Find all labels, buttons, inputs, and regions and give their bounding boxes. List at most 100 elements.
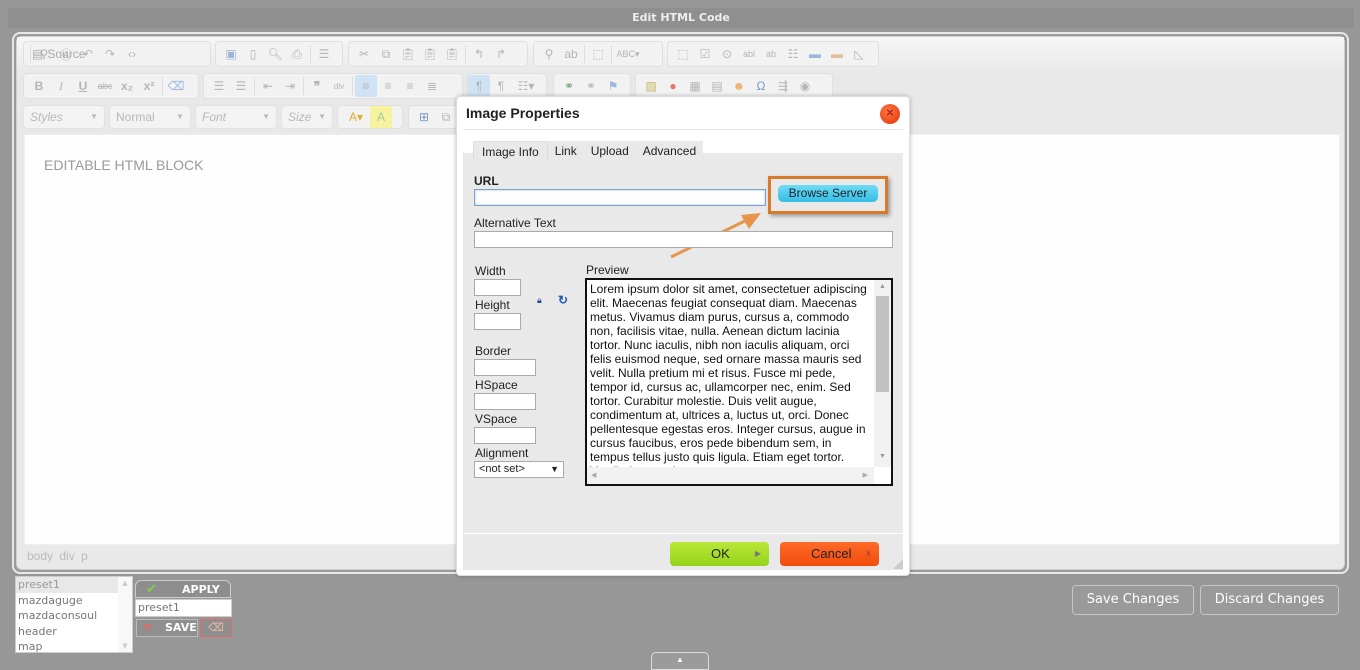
- size-dropdown[interactable]: Size ▼: [281, 105, 333, 129]
- spellcheck-icon[interactable]: ABC▾: [614, 43, 642, 65]
- hidden-field-icon[interactable]: ◺: [848, 43, 870, 65]
- align-left-icon[interactable]: ≡: [355, 75, 377, 97]
- anchor-flag-icon[interactable]: ⚑: [602, 75, 624, 97]
- unlink-icon[interactable]: ⚭: [580, 75, 602, 97]
- flash-icon[interactable]: ●: [662, 75, 684, 97]
- preset-listbox[interactable]: preset1 mazdaguge mazdaconsoul header ma…: [15, 576, 133, 653]
- path-item-body[interactable]: body: [27, 549, 53, 563]
- save-icon[interactable]: ▣: [220, 43, 242, 65]
- path-item-div[interactable]: div: [59, 549, 74, 563]
- horizontal-rule-icon[interactable]: ▤: [706, 75, 728, 97]
- maximize-icon[interactable]: ⊞: [413, 106, 435, 128]
- preset-name-input[interactable]: preset1: [135, 599, 232, 617]
- cancel-button[interactable]: Cancel x: [780, 542, 879, 566]
- redo-icon[interactable]: ↷: [99, 43, 121, 65]
- ok-button[interactable]: OK ▶: [670, 542, 769, 566]
- iframe-icon[interactable]: ◉: [794, 75, 816, 97]
- superscript-button[interactable]: x²: [138, 75, 160, 97]
- smiley-icon[interactable]: ☻: [728, 75, 750, 97]
- page-break-icon[interactable]: ⇶: [772, 75, 794, 97]
- preset-item[interactable]: header: [16, 624, 132, 640]
- close-icon[interactable]: ✕: [880, 104, 900, 124]
- text-color-icon[interactable]: A▾: [342, 106, 370, 128]
- border-input[interactable]: [474, 359, 536, 376]
- redo-arrow-icon[interactable]: ↱: [490, 43, 512, 65]
- select-all-icon[interactable]: ⬚: [587, 43, 609, 65]
- copy-icon[interactable]: ⧉: [375, 43, 397, 65]
- listbox-scrollbar[interactable]: ▲ ▼: [118, 577, 132, 652]
- indent-icon[interactable]: ⇥: [279, 75, 301, 97]
- browse-server-button[interactable]: Browse Server: [778, 185, 878, 202]
- background-color-icon[interactable]: A: [370, 106, 392, 128]
- editable-html-block[interactable]: EDITABLE HTML BLOCK: [44, 157, 203, 173]
- templates-icon[interactable]: ☰: [313, 43, 335, 65]
- align-justify-icon[interactable]: ≣: [421, 75, 443, 97]
- preview-vertical-scrollbar[interactable]: ▲ ▼: [874, 280, 891, 467]
- resize-handle-icon[interactable]: [893, 559, 903, 569]
- cut-icon[interactable]: ✂: [353, 43, 375, 65]
- image-button-icon[interactable]: ▬: [826, 43, 848, 65]
- tab-link[interactable]: Link: [547, 141, 584, 161]
- show-blocks-icon[interactable]: ⧉: [435, 106, 457, 128]
- width-input[interactable]: [474, 279, 521, 296]
- textarea-icon[interactable]: ab: [760, 43, 782, 65]
- align-center-icon[interactable]: ≡: [377, 75, 399, 97]
- remove-format-icon[interactable]: ⌫: [165, 75, 187, 97]
- preset-item[interactable]: mazdaguge: [16, 593, 132, 609]
- new-page-icon[interactable]: ▯: [242, 43, 264, 65]
- language-icon[interactable]: ☷▾: [512, 75, 540, 97]
- bulleted-list-icon[interactable]: ☰: [230, 75, 252, 97]
- ltr-icon[interactable]: ¶: [468, 75, 490, 97]
- form-icon[interactable]: ⬚: [672, 43, 694, 65]
- alt-text-input[interactable]: [474, 231, 893, 248]
- radio-icon[interactable]: ⊙: [716, 43, 738, 65]
- print-icon[interactable]: ⎙: [286, 43, 308, 65]
- image-icon[interactable]: ▨: [640, 75, 662, 97]
- vspace-input[interactable]: [474, 427, 536, 444]
- scroll-down-icon[interactable]: ▼: [874, 453, 891, 460]
- numbered-list-icon[interactable]: ☰: [208, 75, 230, 97]
- tab-image-info[interactable]: Image Info: [473, 141, 548, 161]
- bold-button[interactable]: B: [28, 75, 50, 97]
- paste-icon[interactable]: 📋︎: [397, 43, 419, 65]
- save-preset-button[interactable]: ▼ SAVE: [136, 619, 198, 637]
- button-icon[interactable]: ▬: [804, 43, 826, 65]
- replace-icon[interactable]: ab: [560, 43, 582, 65]
- special-char-omega-icon[interactable]: Ω: [750, 75, 772, 97]
- scroll-right-icon[interactable]: ▶: [863, 471, 868, 479]
- textfield-icon[interactable]: abl: [738, 43, 760, 65]
- scroll-up-icon[interactable]: ▲: [874, 283, 891, 290]
- subscript-button[interactable]: x₂: [116, 75, 138, 97]
- table-icon[interactable]: ▦: [684, 75, 706, 97]
- hspace-input[interactable]: [474, 393, 536, 410]
- save-changes-button[interactable]: Save Changes: [1072, 585, 1194, 615]
- tab-advanced[interactable]: Advanced: [635, 141, 704, 161]
- height-input[interactable]: [474, 313, 521, 330]
- undo-arrow-icon[interactable]: ↰: [468, 43, 490, 65]
- preview-horizontal-scrollbar[interactable]: ◀ ▶: [587, 467, 874, 484]
- styles-dropdown[interactable]: Styles ▼: [23, 105, 105, 129]
- preview-icon[interactable]: 🔍︎: [264, 43, 286, 65]
- lock-ratio-icon[interactable]: 🔒︎: [537, 295, 542, 306]
- format-dropdown[interactable]: Normal ▼: [109, 105, 191, 129]
- create-div-icon[interactable]: div: [328, 75, 350, 97]
- preset-item[interactable]: map: [16, 639, 132, 652]
- preset-item[interactable]: preset1: [16, 577, 132, 593]
- align-right-icon[interactable]: ≡: [399, 75, 421, 97]
- select-field-icon[interactable]: ☷: [782, 43, 804, 65]
- paste-word-icon[interactable]: 📋︎: [441, 43, 463, 65]
- source-button[interactable]: ▤ Source: [28, 43, 89, 65]
- scroll-thumb[interactable]: [876, 296, 889, 392]
- url-input[interactable]: [474, 189, 766, 206]
- blockquote-icon[interactable]: ❞: [306, 75, 328, 97]
- reset-size-icon[interactable]: ↻: [558, 293, 568, 307]
- paste-text-icon[interactable]: 📋︎: [419, 43, 441, 65]
- italic-button[interactable]: I: [50, 75, 72, 97]
- checkbox-icon[interactable]: ☑: [694, 43, 716, 65]
- rtl-icon[interactable]: ¶: [490, 75, 512, 97]
- alignment-select[interactable]: <not set> ▼: [474, 461, 564, 478]
- preset-item[interactable]: mazdaconsoul: [16, 608, 132, 624]
- find-icon[interactable]: ⚲: [538, 43, 560, 65]
- path-item-p[interactable]: p: [81, 549, 88, 563]
- scroll-left-icon[interactable]: ◀: [591, 471, 596, 479]
